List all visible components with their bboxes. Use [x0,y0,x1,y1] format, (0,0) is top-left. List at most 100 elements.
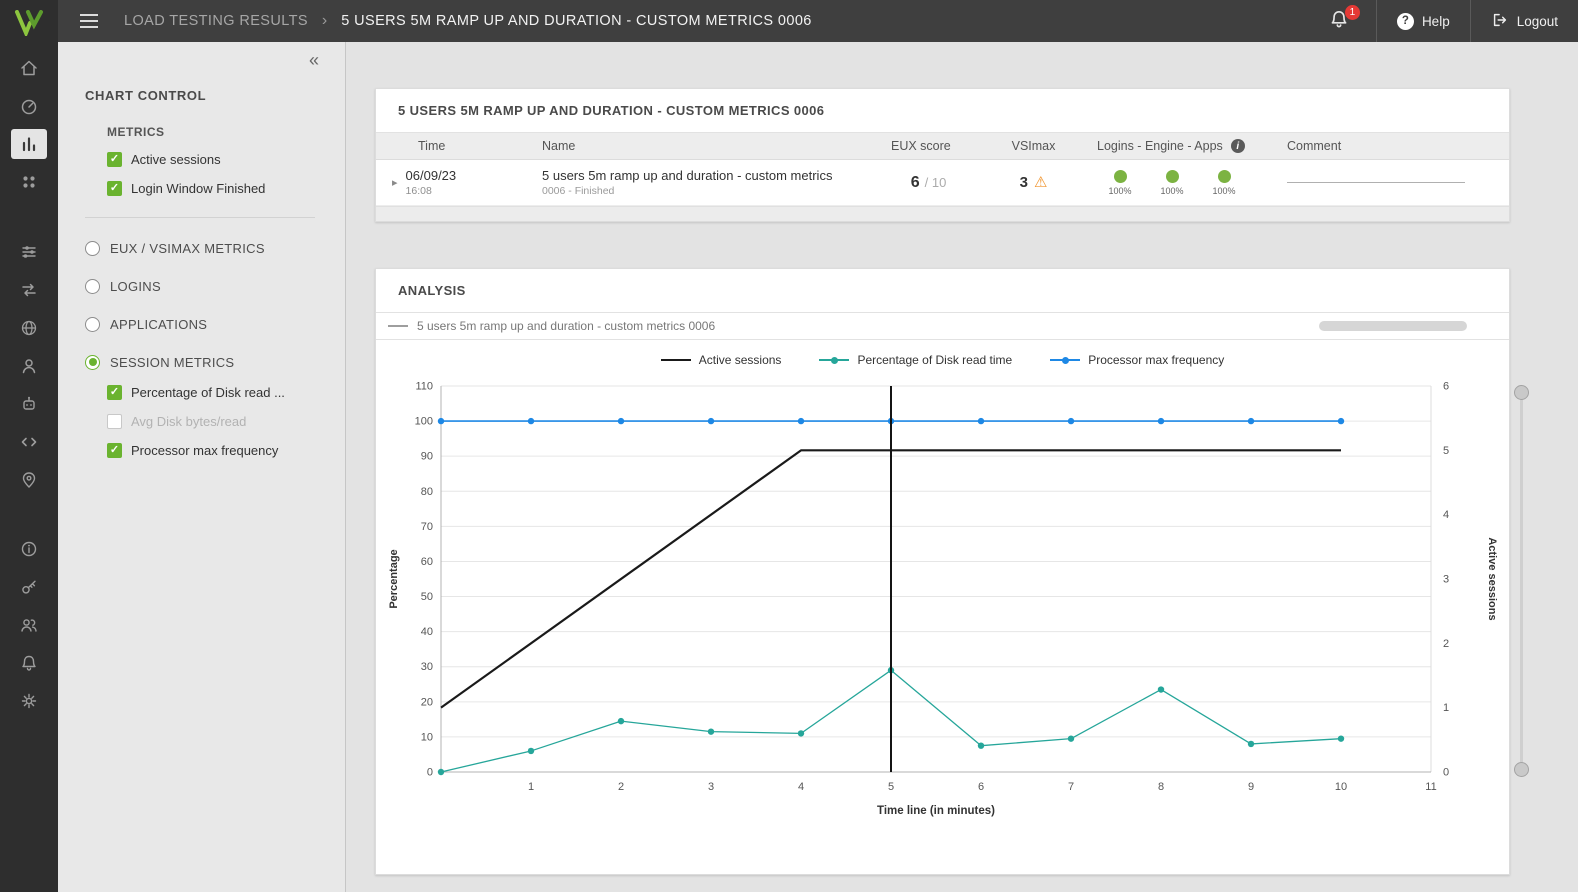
app-logo[interactable] [11,7,47,39]
analysis-card: ANALYSIS 5 users 5m ramp up and duration… [375,268,1510,875]
radio-icon [85,355,100,370]
svg-text:3: 3 [1443,574,1449,586]
svg-text:Percentage: Percentage [388,549,400,608]
nav-settings-sliders[interactable] [0,233,58,271]
app-window: LOAD TESTING RESULTS › 5 USERS 5M RAMP U… [0,0,1578,892]
vsimax-value: 3 [1020,174,1028,191]
engine-status: 100% [1157,170,1187,196]
expand-row-icon[interactable]: ▸ [392,176,398,189]
metrics-section-title: METRICS [107,125,345,139]
nav-users[interactable] [0,606,58,644]
checkbox-icon [107,414,122,429]
logins-percent: 100% [1108,186,1131,196]
home-icon [11,53,47,83]
svg-text:3: 3 [707,781,713,793]
series-bar-label: 5 users 5m ramp up and duration - custom… [417,319,715,333]
svg-text:7: 7 [1067,781,1073,793]
checkbox-pct-disk-read[interactable]: Percentage of Disk read ... [107,384,345,401]
test-time: 16:08 [406,185,457,197]
cell-eux-score: 6 / 10 [881,174,976,192]
topbar-actions: 1 ? Help Logout [1302,0,1578,42]
chart-control-panel: « CHART CONTROL METRICS Active sessions … [58,42,346,892]
location-pin-icon [11,465,47,495]
eux-score-value: 6 [911,174,920,192]
svg-text:1: 1 [527,781,533,793]
chart-vertical-zoom-slider[interactable] [1512,385,1530,777]
nav-notifications[interactable] [0,644,58,682]
chart-horizontal-scrollbar[interactable] [1319,321,1467,331]
nav-account[interactable] [0,347,58,385]
radio-label: SESSION METRICS [110,355,234,370]
svg-text:4: 4 [1443,509,1449,521]
help-button[interactable]: ? Help [1377,0,1470,42]
column-header-time: Time [376,139,521,153]
svg-text:8: 8 [1157,781,1163,793]
breadcrumb-current: 5 USERS 5M RAMP UP AND DURATION - CUSTOM… [341,13,812,29]
checkbox-active-sessions[interactable]: Active sessions [107,151,345,168]
help-label: Help [1422,14,1450,29]
nav-scripting[interactable] [0,423,58,461]
nav-workloads[interactable] [0,271,58,309]
nav-dashboard[interactable] [0,87,58,125]
notifications-button[interactable]: 1 [1302,0,1376,42]
legend-label: Active sessions [699,353,782,367]
nav-access[interactable] [0,568,58,606]
svg-text:Time line (in minutes): Time line (in minutes) [877,805,995,817]
radio-icon [85,317,100,332]
nav-settings[interactable] [0,682,58,720]
svg-text:90: 90 [420,451,432,463]
nav-test-results[interactable] [0,125,58,163]
menu-icon[interactable] [76,10,102,32]
slider-handle-bottom[interactable] [1514,762,1529,777]
table-row[interactable]: ▸ 06/09/23 16:08 5 users 5m ramp up and … [376,160,1509,206]
svg-text:0: 0 [426,767,432,779]
bot-icon [11,389,47,419]
analysis-card-title: ANALYSIS [376,269,1509,313]
legend-item-1[interactable]: Percentage of Disk read time [819,353,1012,367]
status-dot-green [1166,170,1179,183]
checkbox-login-window-finished[interactable]: Login Window Finished [107,180,345,197]
legend-item-2[interactable]: Processor max frequency [1050,353,1224,367]
radio-logins[interactable]: LOGINS [85,278,345,294]
checkbox-processor-max-frequency[interactable]: Processor max frequency [107,442,345,459]
collapse-panel-icon[interactable]: « [309,50,319,71]
panel-divider [85,217,315,218]
comment-input[interactable] [1287,182,1465,183]
globe-icon [11,313,47,343]
checkbox-label: Percentage of Disk read ... [131,385,285,400]
apps-grid-icon [11,167,47,197]
nav-home[interactable] [0,49,58,87]
nav-locations[interactable] [0,461,58,499]
analysis-chart[interactable]: 0102030405060708090100110012345612345678… [383,372,1503,822]
legend-swatch-icon [819,359,849,361]
checkbox-avg-disk-bytes-read[interactable]: Avg Disk bytes/read [107,413,345,430]
nav-virtual-user[interactable] [0,385,58,423]
svg-text:70: 70 [420,521,432,533]
svg-text:10: 10 [1334,781,1346,793]
radio-label: LOGINS [110,279,161,294]
legend-label: Percentage of Disk read time [857,353,1012,367]
breadcrumb-root[interactable]: LOAD TESTING RESULTS [124,13,308,29]
svg-text:6: 6 [1443,381,1449,393]
radio-icon [85,279,100,294]
dashboard-gauge-icon [11,91,47,121]
radio-eux-vsimax-metrics[interactable]: EUX / VSIMAX METRICS [85,240,345,256]
legend-item-0[interactable]: Active sessions [661,353,782,367]
nav-infrastructure[interactable] [0,309,58,347]
logout-button[interactable]: Logout [1471,0,1578,42]
column-header-name: Name [521,139,881,153]
svg-text:100: 100 [414,416,432,428]
svg-text:1: 1 [1443,702,1449,714]
svg-text:6: 6 [977,781,983,793]
column-header-logins-label: Logins - Engine - Apps [1097,139,1223,153]
table-footer [376,206,1509,221]
slider-handle-top[interactable] [1514,385,1529,400]
column-header-logins: Logins - Engine - Apps i [1091,139,1271,153]
legend-label: Processor max frequency [1088,353,1224,367]
radio-session-metrics[interactable]: SESSION METRICS [85,354,345,370]
nav-applications[interactable] [0,163,58,201]
radio-label: EUX / VSIMAX METRICS [110,241,265,256]
nav-about[interactable] [0,530,58,568]
radio-applications[interactable]: APPLICATIONS [85,316,345,332]
info-icon[interactable]: i [1231,139,1245,153]
